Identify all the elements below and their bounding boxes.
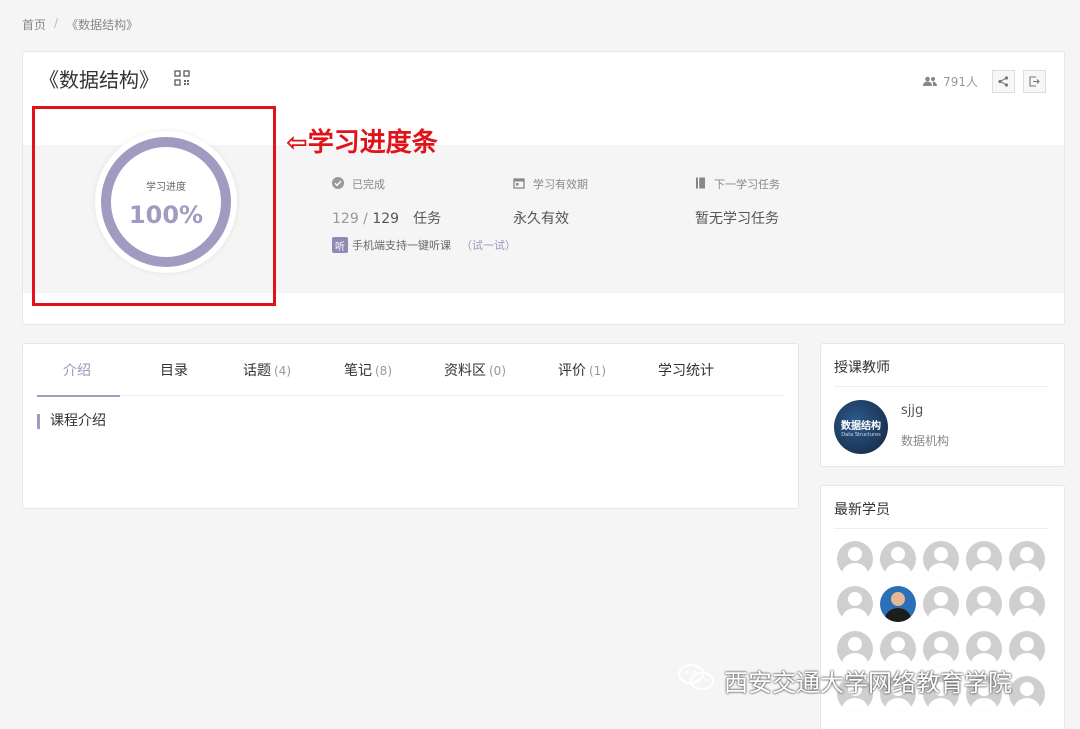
student-avatar[interactable]: [1009, 541, 1045, 577]
teacher-avatar-text: 数据结构: [841, 420, 881, 432]
member-count: 791人: [923, 73, 978, 90]
course-tabs: 介绍 目录 话题 (4) 笔记 (8) 资料区 (0) 评价 (1) 学习统计: [37, 344, 785, 397]
teacher-card: 授课教师 数据结构 Data Structures sjjg 数据机构: [820, 343, 1065, 467]
member-count-text: 791人: [943, 75, 978, 89]
breadcrumb-current-link[interactable]: 《数据结构》: [66, 16, 138, 33]
teacher-name[interactable]: sjjg: [901, 403, 923, 418]
tab-label: 介绍: [63, 363, 91, 379]
annotation-label: ⇦学习进度条: [286, 128, 438, 158]
watermark: 西安交通大学网络教育学院: [676, 662, 1012, 698]
stat-validity: 学习有效期 永久有效: [513, 176, 588, 228]
book-icon: [695, 177, 706, 192]
tab-label: 笔记: [344, 363, 372, 379]
student-avatar[interactable]: [966, 586, 1002, 622]
student-avatar[interactable]: [880, 541, 916, 577]
exit-course-button[interactable]: [1023, 70, 1046, 93]
stat-validity-value: 永久有效: [513, 211, 569, 227]
breadcrumb-separator: /: [54, 16, 59, 30]
tab-label: 目录: [160, 363, 188, 379]
listen-feature: 听 手机端支持一键听课 （试一试）: [332, 237, 516, 253]
tab-catalog[interactable]: 目录: [120, 344, 221, 396]
header-actions: 791人: [923, 70, 1046, 93]
stat-completed-label: 已完成: [352, 178, 385, 191]
wechat-icon: [676, 662, 716, 698]
calendar-icon: [513, 177, 525, 192]
stat-next-task-value: 暂无学习任务: [695, 211, 779, 227]
completed-done: 129: [332, 211, 359, 227]
student-avatar[interactable]: [966, 541, 1002, 577]
exit-icon: [1029, 72, 1040, 91]
qr-code-icon[interactable]: [174, 70, 190, 86]
tab-topics[interactable]: 话题 (4): [221, 344, 319, 396]
breadcrumb-home-link[interactable]: 首页: [22, 16, 46, 33]
check-circle-icon: [332, 176, 344, 192]
stat-next-task-label: 下一学习任务: [714, 178, 780, 191]
student-avatar[interactable]: [1009, 631, 1045, 667]
breadcrumb: 首页 / 《数据结构》: [22, 16, 138, 33]
course-content-card: 介绍 目录 话题 (4) 笔记 (8) 资料区 (0) 评价 (1) 学习统计 课程介绍: [22, 343, 799, 509]
stat-validity-label: 学习有效期: [533, 178, 588, 191]
tab-label: 评价: [558, 363, 586, 379]
tab-intro[interactable]: 介绍: [37, 344, 120, 397]
tab-notes[interactable]: 笔记 (8): [319, 344, 418, 396]
share-button[interactable]: [992, 70, 1015, 93]
tab-reviews[interactable]: 评价 (1): [532, 344, 632, 396]
teacher-org: 数据机构: [901, 434, 950, 448]
tab-count: (4): [274, 364, 291, 378]
annotation-box: [32, 106, 276, 306]
student-avatar[interactable]: [837, 541, 873, 577]
listen-badge: 听: [332, 237, 348, 253]
student-avatar[interactable]: [1009, 676, 1045, 712]
intro-section-title: 课程介绍: [37, 414, 106, 429]
divider: [834, 386, 1049, 387]
course-title: 《数据结构》: [39, 68, 159, 92]
watermark-text: 西安交通大学网络教育学院: [724, 668, 1012, 697]
students-heading: 最新学员: [834, 502, 890, 518]
student-avatar[interactable]: [923, 541, 959, 577]
tab-statistics[interactable]: 学习统计: [632, 344, 743, 396]
teacher-heading: 授课教师: [834, 360, 890, 376]
tab-label: 学习统计: [658, 363, 714, 379]
student-avatar[interactable]: [923, 586, 959, 622]
share-icon: [998, 72, 1009, 91]
users-icon: [923, 75, 938, 89]
tab-count: (8): [375, 364, 392, 378]
student-avatar[interactable]: [1009, 586, 1045, 622]
teacher-avatar[interactable]: 数据结构 Data Structures: [834, 400, 888, 454]
tab-count: (0): [489, 364, 506, 378]
listen-try-link[interactable]: （试一试）: [461, 237, 516, 253]
student-avatar-photo[interactable]: [880, 586, 916, 622]
listen-text: 手机端支持一键听课: [352, 239, 451, 252]
tab-label: 资料区: [444, 363, 486, 379]
completed-slash: /: [358, 211, 373, 227]
completed-unit: 任务: [413, 211, 442, 227]
tab-count: (1): [589, 364, 606, 378]
student-avatar[interactable]: [837, 586, 873, 622]
tab-label: 话题: [243, 363, 271, 379]
stat-next-task: 下一学习任务 暂无学习任务: [695, 176, 780, 228]
tab-materials[interactable]: 资料区 (0): [418, 344, 532, 396]
completed-total: 129: [372, 211, 400, 227]
stat-completed: 已完成 129 / 129 任务: [332, 176, 441, 228]
divider: [834, 528, 1049, 529]
teacher-avatar-subtext: Data Structures: [841, 431, 881, 438]
